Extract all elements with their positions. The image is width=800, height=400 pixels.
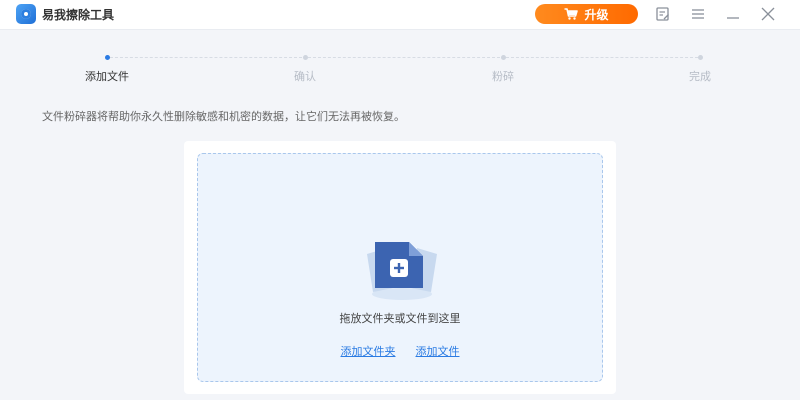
progress-steps: 添加文件 确认 粉碎 完成 <box>0 46 800 86</box>
step-connector <box>506 57 698 58</box>
file-dropzone[interactable]: 拖放文件夹或文件到这里 添加文件夹 添加文件 <box>197 153 603 382</box>
step-label-shred: 粉碎 <box>492 70 514 83</box>
step-dot-confirm <box>303 55 308 60</box>
drop-card: 拖放文件夹或文件到这里 添加文件夹 添加文件 <box>184 141 616 394</box>
step-label-add-file: 添加文件 <box>85 70 129 83</box>
upgrade-button[interactable]: 升级 <box>535 4 638 24</box>
minimize-icon[interactable] <box>724 5 742 23</box>
step-dot-shred <box>501 55 506 60</box>
step-dot-add-file <box>105 55 110 60</box>
notes-icon[interactable] <box>654 5 672 23</box>
step-connector <box>110 57 302 58</box>
app-title: 易我擦除工具 <box>42 8 115 22</box>
add-file-link[interactable]: 添加文件 <box>416 343 460 359</box>
upgrade-label: 升级 <box>584 7 609 22</box>
close-icon[interactable] <box>759 5 777 23</box>
page-description: 文件粉碎器将帮助你永久性删除敏感和机密的数据，让它们无法再被恢复。 <box>42 110 405 123</box>
step-label-confirm: 确认 <box>294 70 316 83</box>
add-folder-link[interactable]: 添加文件夹 <box>341 343 396 359</box>
menu-icon[interactable] <box>689 5 707 23</box>
cart-icon <box>564 8 579 20</box>
drop-instruction: 拖放文件夹或文件到这里 <box>339 312 461 325</box>
title-bar: 易我擦除工具 升级 <box>0 0 800 30</box>
add-file-icon <box>357 226 447 306</box>
app-logo-icon <box>16 4 36 24</box>
step-connector <box>308 57 500 58</box>
step-dot-done <box>698 55 703 60</box>
step-label-done: 完成 <box>689 70 711 83</box>
dropzone-links: 添加文件夹 添加文件 <box>198 343 602 359</box>
